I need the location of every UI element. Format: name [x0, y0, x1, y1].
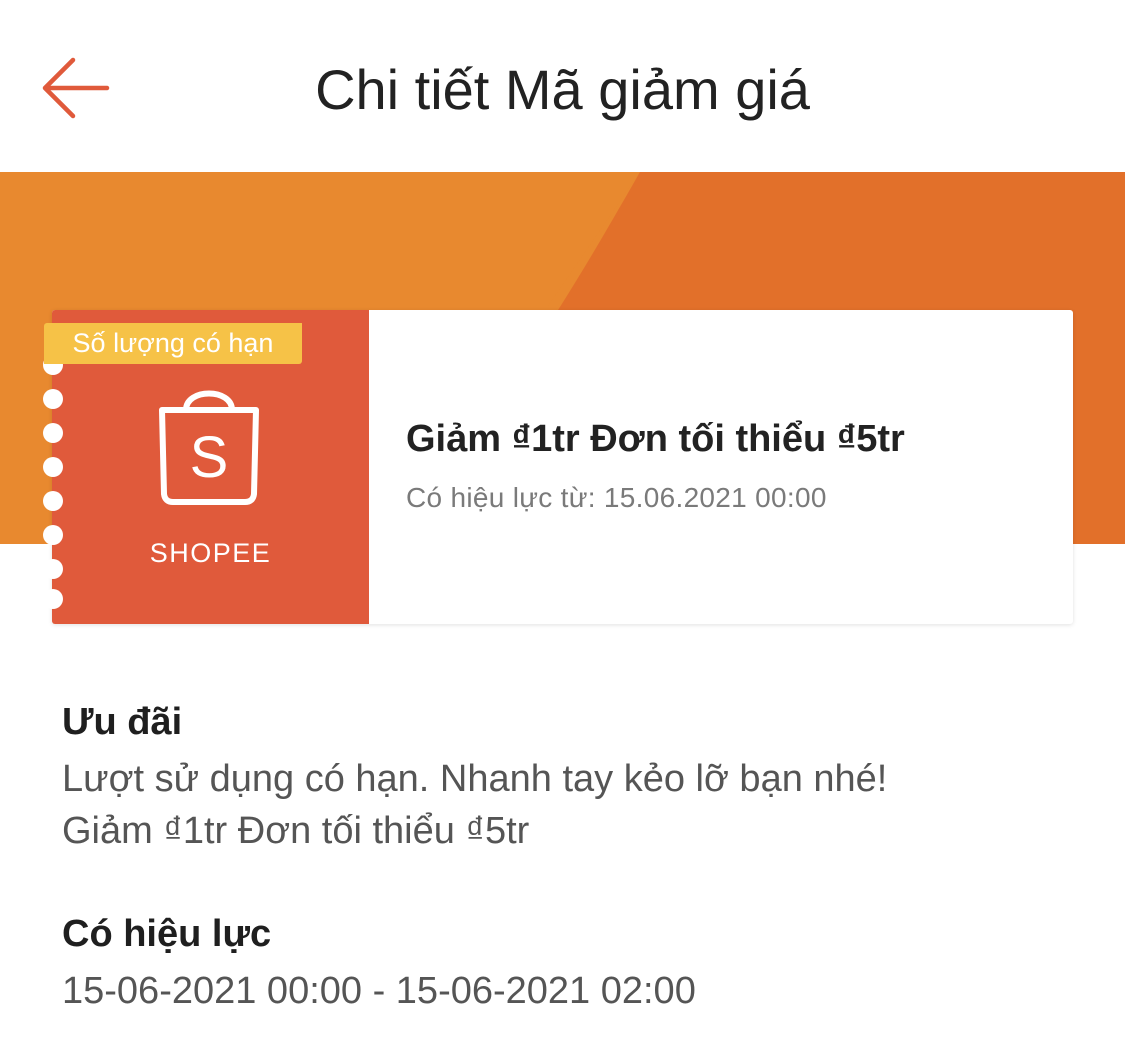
validity-section: Có hiệu lực 15-06-2021 00:00 - 15-06-202…	[62, 909, 1072, 1017]
validity-range: 15-06-2021 00:00 - 15-06-2021 02:00	[62, 970, 696, 1012]
offer-section: Ưu đãi Lượt sử dụng có hạn. Nhanh tay kẻ…	[62, 697, 1072, 857]
ticket-notch	[43, 457, 63, 477]
voucher-title: Giảm ₫1tr Đơn tối thiểu ₫5tr	[406, 418, 905, 460]
ticket-notch	[43, 589, 63, 609]
page-title: Chi tiết Mã giảm giá	[315, 58, 810, 121]
offer-condition: Giảm ₫1tr Đơn tối thiểu ₫5tr	[62, 810, 530, 852]
ticket-notch	[43, 389, 63, 409]
offer-description: Lượt sử dụng có hạn. Nhanh tay kẻo lỡ bạ…	[62, 758, 888, 800]
limited-quantity-badge: Số lượng có hạn	[44, 323, 302, 364]
voucher-validity: Có hiệu lực từ: 15.06.2021 00:00	[406, 482, 827, 513]
offer-heading: Ưu đãi	[62, 701, 183, 743]
shop-name: SHOPEE	[149, 538, 272, 568]
ticket-notch	[43, 423, 63, 443]
shopping-bag-icon: S	[159, 390, 259, 505]
svg-text:S: S	[190, 425, 229, 490]
ticket-notch	[43, 491, 63, 511]
app-header: Chi tiết Mã giảm giá	[0, 0, 1125, 172]
validity-heading: Có hiệu lực	[62, 913, 272, 955]
